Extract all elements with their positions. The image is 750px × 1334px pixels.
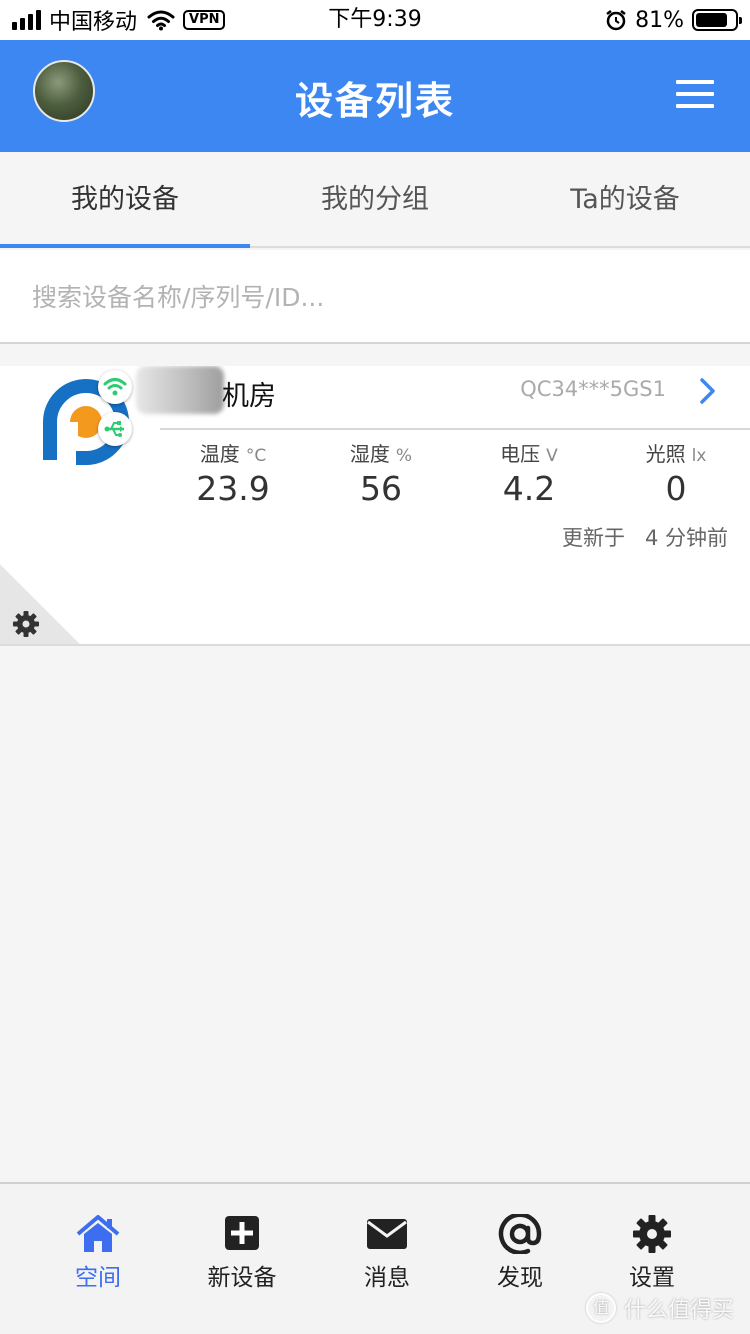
metric-unit: °C xyxy=(245,446,267,466)
wifi-status-badge xyxy=(98,370,132,404)
status-bar: 中国移动 VPN 下午9:39 81% xyxy=(0,0,750,40)
nav-new-device[interactable]: 新设备 xyxy=(182,1214,302,1292)
nav-label: 空间 xyxy=(75,1265,121,1291)
tab-my-devices[interactable]: 我的设备 xyxy=(0,152,250,248)
nav-label: 发现 xyxy=(497,1265,543,1291)
metric-unit: lx xyxy=(691,446,707,466)
home-icon xyxy=(76,1215,120,1252)
usb-icon xyxy=(104,421,124,437)
battery-icon xyxy=(692,9,742,31)
nav-settings[interactable]: 设置 xyxy=(592,1214,712,1292)
metric-value: 4.2 xyxy=(502,469,556,508)
metric-value: 23.9 xyxy=(196,469,270,508)
tab-active-indicator xyxy=(0,244,250,248)
gear-icon[interactable] xyxy=(12,610,40,638)
metric-value: 56 xyxy=(360,469,402,508)
metric-temperature: 温度 °C 23.9 xyxy=(159,438,307,508)
chevron-right-icon[interactable] xyxy=(696,374,720,408)
nav-label: 新设备 xyxy=(207,1265,277,1291)
wifi-icon xyxy=(103,378,127,396)
device-name: 机房 xyxy=(222,381,276,412)
metric-illuminance: 光照 lx 0 xyxy=(602,438,750,508)
metric-label: 湿度 xyxy=(349,442,390,466)
nav-messages[interactable]: 消息 xyxy=(327,1214,447,1292)
device-card[interactable]: 机房 QC34***5GS1 温度 °C 23.9 湿度% 56 电压 V 4.2 … xyxy=(0,366,750,646)
updated-value: 4 分钟前 xyxy=(644,526,728,550)
tab-bar: 我的设备 我的分组 Ta的设备 xyxy=(0,152,750,248)
updated-prefix: 更新于 xyxy=(561,526,625,550)
metric-label: 光照 xyxy=(645,442,686,466)
mail-icon xyxy=(367,1219,407,1249)
tab-my-groups[interactable]: 我的分组 xyxy=(250,152,500,248)
at-icon xyxy=(498,1214,542,1254)
page-title: 设备列表 xyxy=(294,79,455,123)
metric-label: 电压 xyxy=(500,442,541,466)
battery-percentage: 81% xyxy=(635,7,684,33)
menu-icon[interactable] xyxy=(676,80,714,110)
nav-label: 设置 xyxy=(629,1265,675,1291)
updated-time: 更新于 4 分钟前 xyxy=(562,522,728,552)
metric-unit: % xyxy=(395,446,413,466)
watermark-text: 什么值得买 xyxy=(623,1298,734,1323)
watermark: 值 什么值得买 xyxy=(585,1292,734,1324)
alarm-icon xyxy=(606,10,626,31)
usb-status-badge xyxy=(98,412,132,446)
card-divider xyxy=(160,428,750,430)
status-right: 81% xyxy=(605,6,742,34)
metric-label: 温度 xyxy=(199,442,240,466)
watermark-logo-icon: 值 xyxy=(585,1293,616,1323)
metric-unit: V xyxy=(546,446,558,466)
plus-icon xyxy=(225,1216,259,1250)
nav-label: 消息 xyxy=(364,1265,410,1291)
search-input[interactable] xyxy=(32,272,722,322)
metric-value: 0 xyxy=(665,469,687,508)
gear-icon xyxy=(633,1215,671,1253)
redacted-name-blur xyxy=(136,366,224,414)
nav-space[interactable]: 空间 xyxy=(38,1214,158,1292)
metric-voltage: 电压 V 4.2 xyxy=(455,438,603,508)
app-header: 设备列表 xyxy=(0,40,750,152)
metric-humidity: 湿度% 56 xyxy=(307,438,455,508)
device-serial: QC34***5GS1 xyxy=(520,377,666,401)
nav-discover[interactable]: 发现 xyxy=(460,1214,580,1292)
battery-level xyxy=(696,13,727,27)
search-bar xyxy=(0,250,750,344)
tab-ta-devices[interactable]: Ta的设备 xyxy=(500,152,750,248)
bottom-nav: 空间 新设备 消息 发现 设置 值 什么值得买 xyxy=(0,1182,750,1334)
